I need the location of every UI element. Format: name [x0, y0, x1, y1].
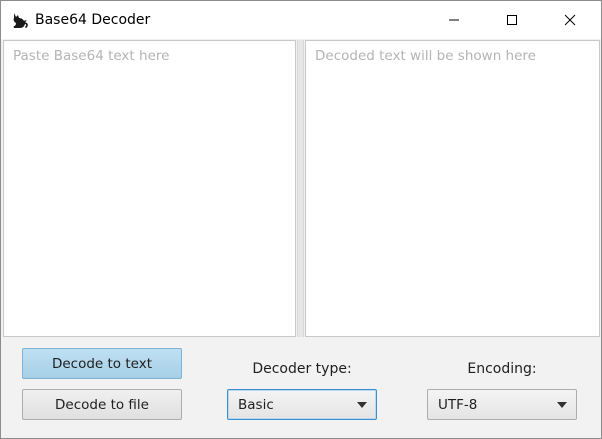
- decode-to-file-button[interactable]: Decode to file: [22, 389, 182, 420]
- app-window: Base64 Decoder Decode to text Deco: [0, 0, 602, 439]
- maximize-icon: [507, 15, 517, 25]
- close-icon: [564, 14, 576, 26]
- output-panel: [305, 40, 600, 337]
- chevron-down-icon: [557, 402, 567, 408]
- encoding-select[interactable]: UTF-8: [427, 389, 577, 420]
- title-bar: Base64 Decoder: [1, 1, 601, 39]
- decoded-output[interactable]: [306, 41, 599, 336]
- input-panel: [3, 40, 296, 337]
- cat-icon: [13, 13, 28, 28]
- decoder-type-label: Decoder type:: [252, 361, 352, 377]
- minimize-button[interactable]: [431, 1, 477, 39]
- encoding-value: UTF-8: [438, 396, 478, 413]
- window-title: Base64 Decoder: [35, 12, 151, 28]
- close-button[interactable]: [547, 1, 593, 39]
- maximize-button[interactable]: [489, 1, 535, 39]
- decoder-type-select[interactable]: Basic: [227, 389, 377, 420]
- decode-to-text-button[interactable]: Decode to text: [22, 348, 182, 379]
- chevron-down-icon: [357, 402, 367, 408]
- split-pane-divider[interactable]: [297, 40, 304, 337]
- main-content: Decode to text Decode to file Decoder ty…: [1, 39, 601, 438]
- minimize-icon: [449, 19, 459, 21]
- encoding-label: Encoding:: [467, 361, 537, 377]
- decoder-type-value: Basic: [238, 396, 274, 413]
- base64-input[interactable]: [4, 41, 295, 336]
